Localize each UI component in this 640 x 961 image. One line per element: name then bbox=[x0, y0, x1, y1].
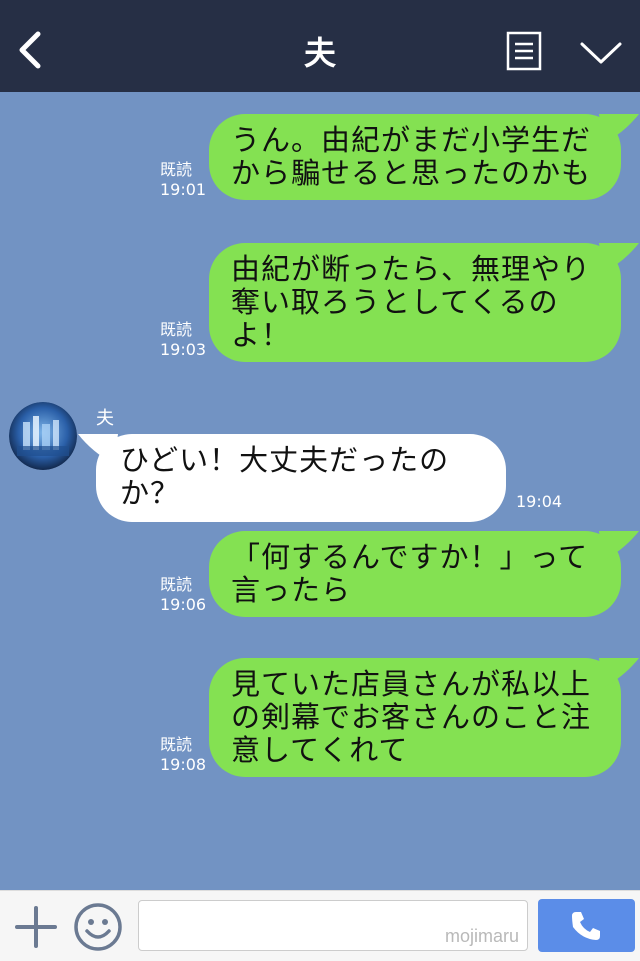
avatar-image bbox=[9, 402, 77, 470]
chevron-down-icon[interactable] bbox=[579, 38, 623, 68]
menu-icon[interactable] bbox=[506, 31, 542, 71]
message-text: ひどい！大丈夫だったのか？ bbox=[120, 443, 450, 510]
message-text: 見ていた店員さんが私以上の剣幕でお客さんのこと注意してくれて bbox=[231, 667, 592, 767]
message-bubble[interactable]: 「何するんですか！」って言ったら bbox=[209, 531, 639, 617]
message-time: 19:06 bbox=[160, 595, 207, 614]
bubble-tail bbox=[599, 243, 639, 273]
plus-icon[interactable] bbox=[14, 905, 58, 949]
chat-header: 夫 bbox=[0, 0, 640, 92]
message-input[interactable]: mojimaru bbox=[138, 900, 528, 951]
message-meta: 既読 19:01 bbox=[160, 160, 220, 200]
bubble-tail bbox=[599, 531, 639, 561]
read-receipt: 既読 bbox=[160, 735, 193, 754]
message-text: うん。由紀がまだ小学生だから騙せると思ったのかも bbox=[231, 123, 592, 190]
message-bubble-incoming[interactable]: ひどい！大丈夫だったのか？ bbox=[78, 434, 506, 522]
message-meta: 既読 19:06 bbox=[160, 575, 220, 615]
message-time: 19:08 bbox=[160, 755, 207, 774]
message-time: 19:01 bbox=[160, 180, 207, 199]
avatar[interactable] bbox=[9, 402, 77, 470]
read-receipt: 既読 bbox=[160, 160, 193, 179]
message-time: 19:04 bbox=[516, 492, 563, 511]
sender-name: 夫 bbox=[96, 408, 114, 429]
message-time: 19:03 bbox=[160, 340, 207, 359]
smile-icon[interactable] bbox=[72, 901, 124, 953]
message-bubble[interactable]: 由紀が断ったら、無理やり奪い取ろうとしてくるのよ！ bbox=[209, 243, 639, 362]
call-button[interactable] bbox=[538, 899, 635, 952]
read-receipt: 既読 bbox=[160, 575, 193, 594]
message-text: 由紀が断ったら、無理やり奪い取ろうとしてくるのよ！ bbox=[231, 252, 592, 352]
message-bubble[interactable]: うん。由紀がまだ小学生だから騙せると思ったのかも bbox=[209, 114, 639, 200]
composer-bar: mojimaru bbox=[0, 890, 640, 961]
bubble-tail bbox=[599, 114, 639, 144]
chat-title: 夫 bbox=[303, 34, 336, 72]
message-list[interactable]: うん。由紀がまだ小学生だから騙せると思ったのかも 既読 19:01 由紀が断った… bbox=[0, 92, 640, 890]
phone-icon bbox=[572, 912, 600, 940]
back-icon[interactable] bbox=[14, 30, 46, 70]
message-meta: 既読 19:08 bbox=[160, 735, 220, 775]
bubble-tail bbox=[599, 658, 639, 688]
message-text: 「何するんですか！」って言ったら bbox=[231, 540, 589, 607]
bubble-tail bbox=[78, 434, 118, 464]
read-receipt: 既読 bbox=[160, 320, 193, 339]
watermark: mojimaru bbox=[444, 926, 519, 946]
message-bubble[interactable]: 見ていた店員さんが私以上の剣幕でお客さんのこと注意してくれて bbox=[209, 658, 639, 777]
message-meta: 既読 19:03 bbox=[160, 320, 220, 360]
